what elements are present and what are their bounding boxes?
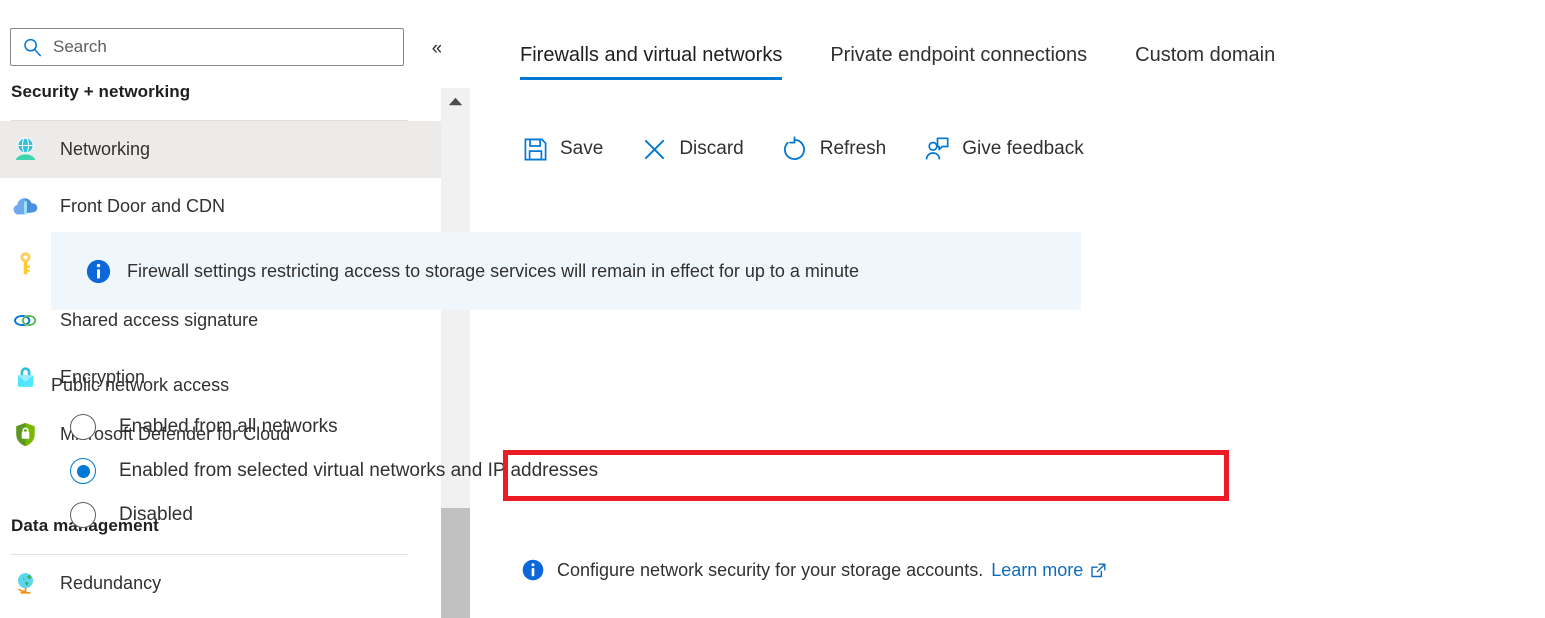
feedback-person-speech-icon (922, 134, 952, 164)
tab-label: Custom domain (1135, 44, 1275, 66)
external-link-icon[interactable] (1090, 562, 1107, 579)
network-security-footnote: Configure network security for your stor… (521, 558, 1107, 582)
public-network-access-label: Public network access (51, 375, 598, 396)
save-floppy-icon (520, 134, 550, 164)
chevron-double-left-icon: « (432, 39, 441, 58)
sidebar-search-row: « (10, 28, 430, 68)
sidebar-item-redundancy[interactable]: Redundancy (0, 555, 441, 612)
refresh-circular-arrow-icon (780, 134, 810, 164)
key-icon (11, 250, 39, 278)
info-icon (521, 558, 545, 582)
learn-more-link[interactable]: Learn more (991, 560, 1083, 581)
radio-label: Disabled (119, 504, 193, 526)
networking-globe-icon (11, 136, 39, 164)
sidebar-item-label: Shared access signature (60, 310, 258, 331)
refresh-button-label: Refresh (820, 138, 887, 160)
lock-icon (11, 364, 39, 392)
radio-button-icon-selected (70, 458, 96, 484)
radio-disabled[interactable]: Disabled (51, 493, 598, 537)
sidebar-item-label: Networking (60, 139, 150, 160)
save-button[interactable]: Save (520, 134, 603, 164)
content-tabs: Firewalls and virtual networks Private e… (520, 44, 1323, 80)
sidebar-item-networking[interactable]: Networking (0, 121, 441, 178)
tab-firewalls-and-virtual-networks[interactable]: Firewalls and virtual networks (520, 44, 782, 80)
globe-stand-icon (11, 570, 39, 598)
discard-button-label: Discard (679, 138, 743, 160)
give-feedback-button-label: Give feedback (962, 138, 1083, 160)
radio-button-icon (70, 502, 96, 528)
shield-icon (11, 421, 39, 449)
search-box[interactable] (10, 28, 404, 66)
radio-label: Enabled from selected virtual networks a… (119, 460, 598, 482)
tab-label: Private endpoint connections (830, 44, 1087, 66)
radio-label: Enabled from all networks (119, 416, 338, 438)
refresh-button[interactable]: Refresh (780, 134, 887, 164)
radio-enabled-from-all-networks[interactable]: Enabled from all networks (51, 405, 598, 449)
linked-rings-icon (11, 307, 39, 335)
give-feedback-button[interactable]: Give feedback (922, 134, 1083, 164)
public-network-access-group: Public network access Enabled from all n… (51, 375, 598, 537)
info-banner-text: Firewall settings restricting access to … (127, 261, 859, 282)
scroll-up-arrow-icon[interactable] (441, 88, 470, 114)
sidebar-scrollbar-track[interactable] (441, 88, 470, 618)
search-icon (22, 37, 43, 58)
front-door-cdn-cloud-icon (11, 193, 39, 221)
info-icon (85, 258, 112, 285)
sidebar-item-label: Redundancy (60, 573, 161, 594)
tab-custom-domain[interactable]: Custom domain (1135, 44, 1275, 80)
discard-button[interactable]: Discard (639, 134, 743, 164)
tab-private-endpoint-connections[interactable]: Private endpoint connections (830, 44, 1087, 80)
command-toolbar: Save Discard Refresh (520, 134, 1120, 164)
sidebar-group-header: Security + networking (0, 82, 441, 102)
radio-enabled-from-selected-virtual-networks-and-ip-addresses[interactable]: Enabled from selected virtual networks a… (51, 449, 598, 493)
sidebar-item-front-door-and-cdn[interactable]: Front Door and CDN (0, 178, 441, 235)
info-banner: Firewall settings restricting access to … (51, 232, 1081, 310)
search-input[interactable] (53, 37, 383, 57)
tab-label: Firewalls and virtual networks (520, 44, 782, 66)
radio-button-icon (70, 414, 96, 440)
close-x-icon (639, 134, 669, 164)
footnote-text: Configure network security for your stor… (557, 560, 983, 581)
save-button-label: Save (560, 138, 603, 160)
sidebar-item-label: Front Door and CDN (60, 196, 225, 217)
collapse-sidebar-button[interactable]: « (423, 34, 441, 62)
